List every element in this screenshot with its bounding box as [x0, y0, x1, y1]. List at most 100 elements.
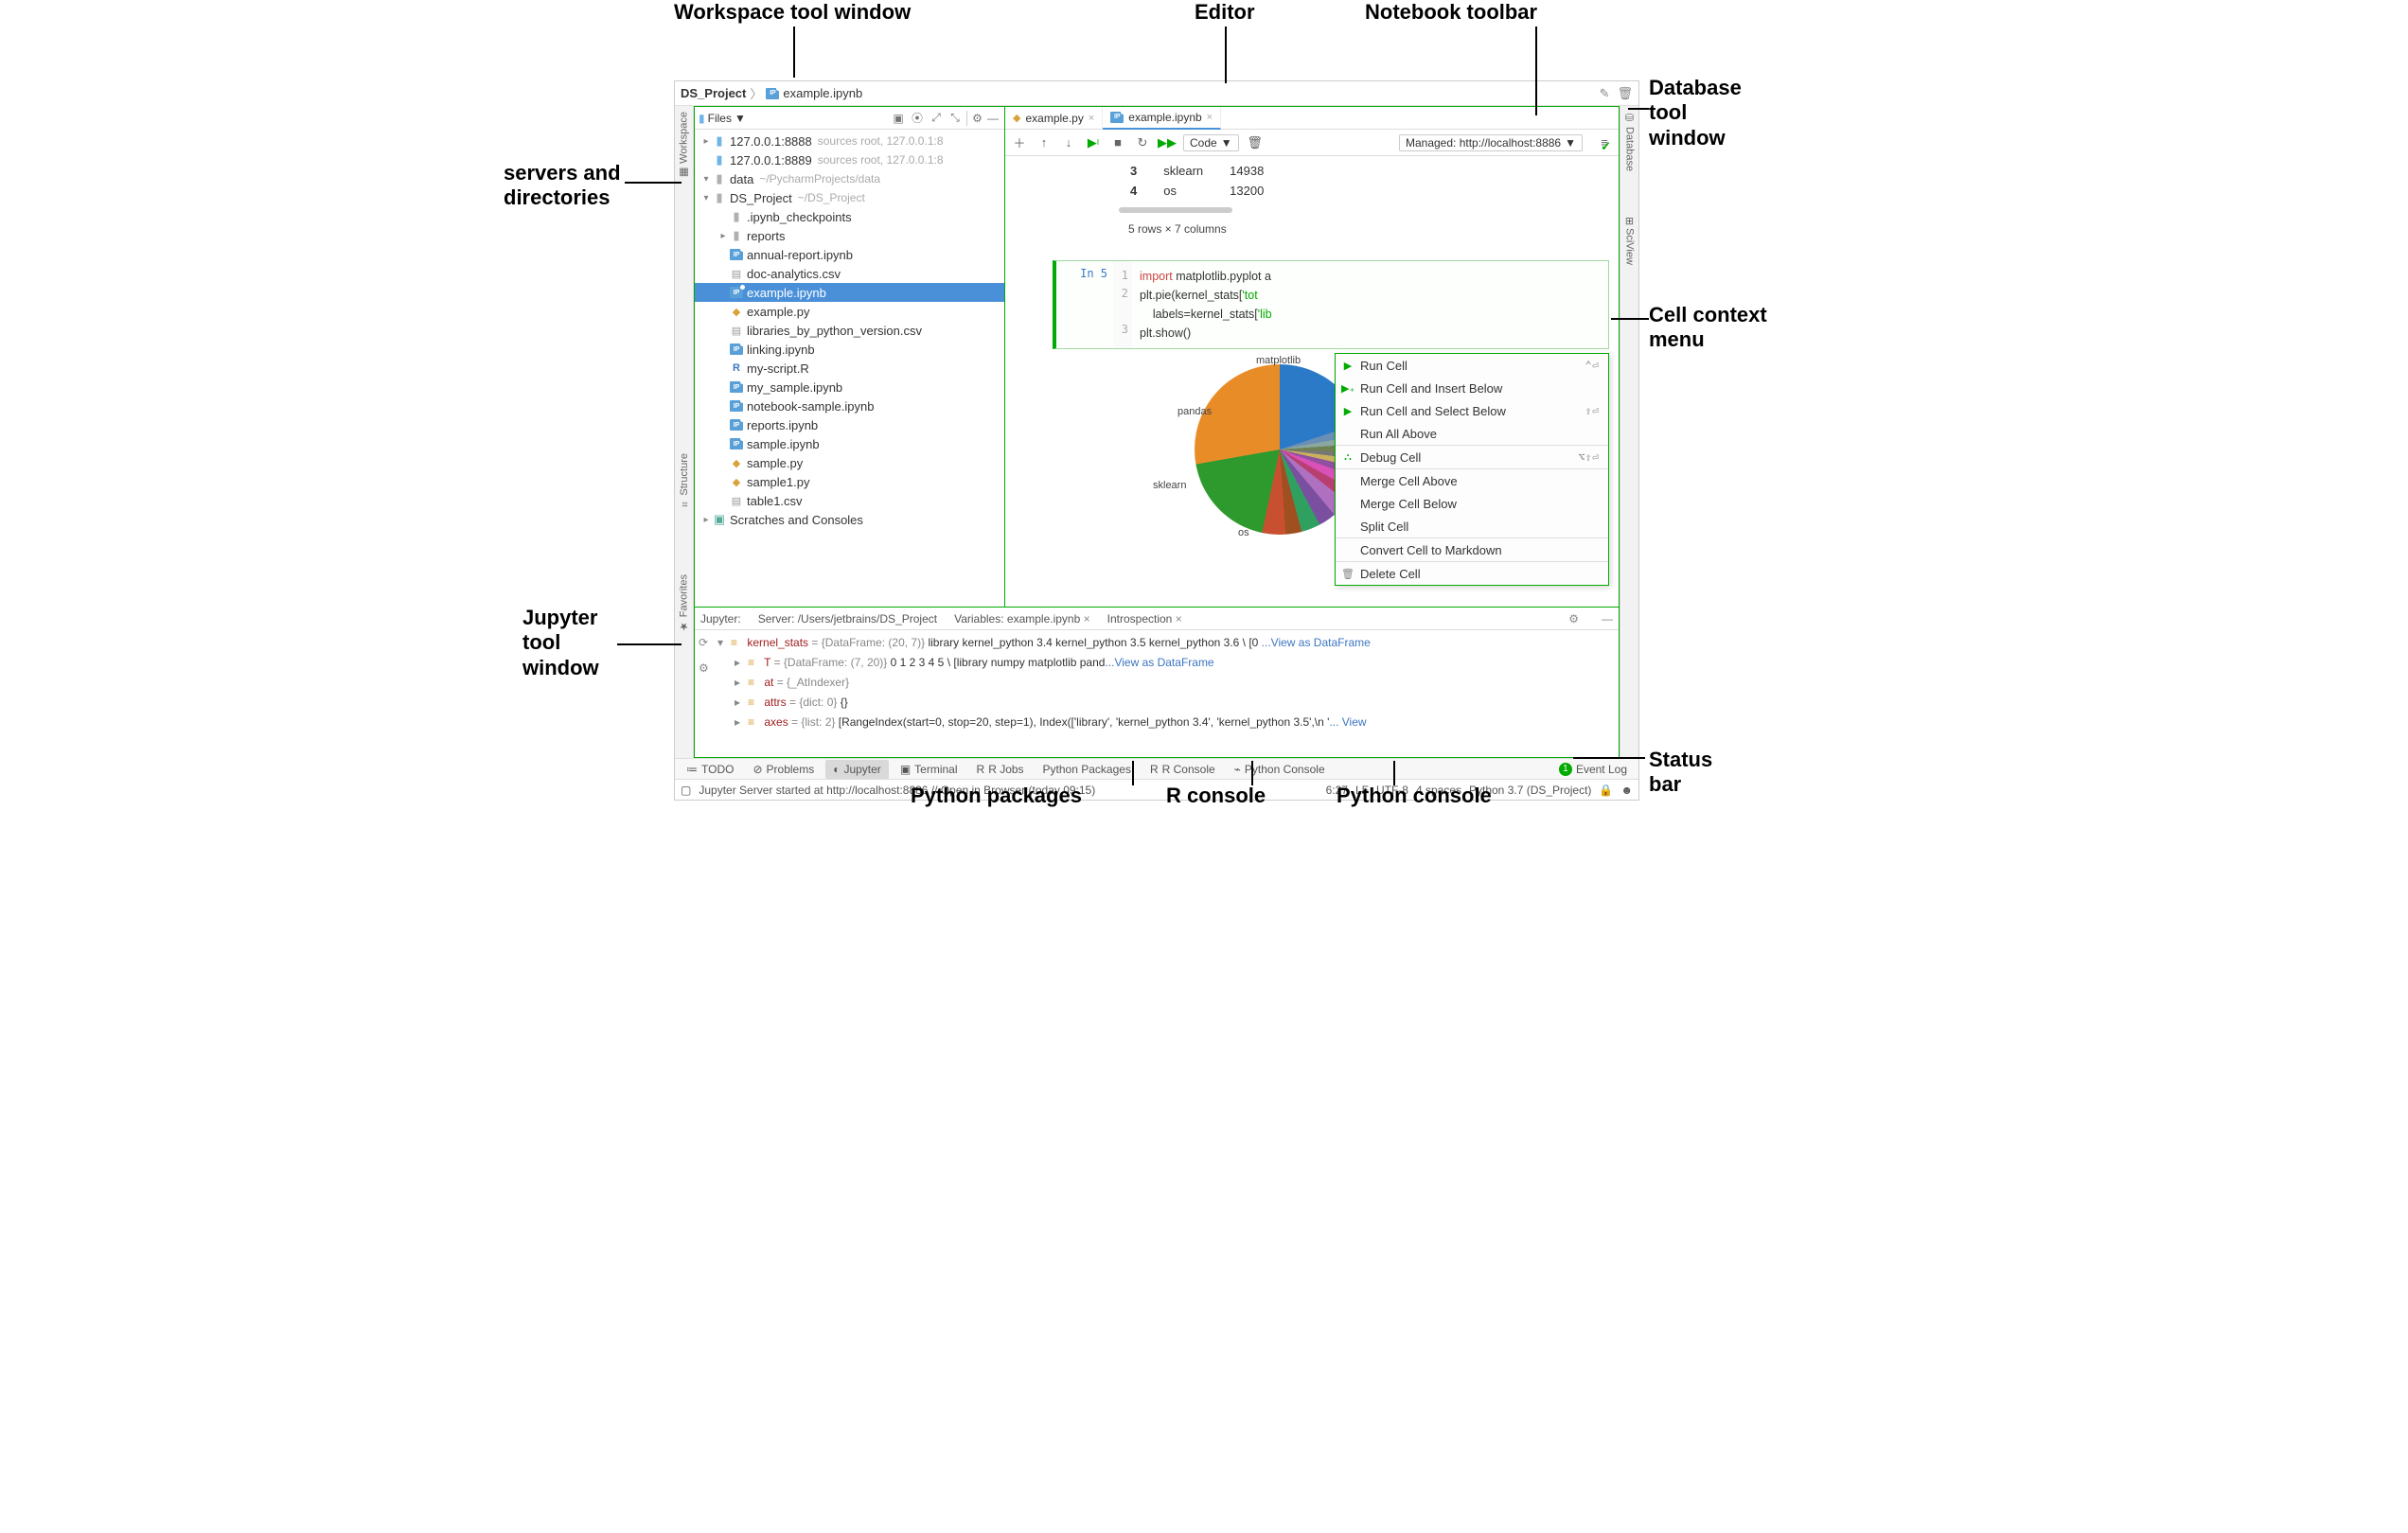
annot-status: Status bar	[1649, 748, 1712, 798]
jtw-hide-icon[interactable]: —	[1602, 612, 1613, 626]
tree-row[interactable]: ▾▮data~/PycharmProjects/data	[695, 169, 1004, 188]
tab-database[interactable]: ⛁Database	[1623, 112, 1636, 171]
tab-jupyter[interactable]: ◐ Jupyter	[825, 760, 889, 779]
jtw-introspection-tab[interactable]: Introspection ×	[1107, 612, 1182, 626]
tree-row[interactable]: Rmy-script.R	[695, 359, 1004, 378]
tab-workspace[interactable]: ▦Workspace	[678, 112, 690, 179]
tree-row[interactable]: ▮.ipynb_checkpoints	[695, 207, 1004, 226]
run-all-icon[interactable]: ▶▶	[1159, 134, 1176, 151]
editor-tabs: ◆example.py×IPexample.ipynb×	[1005, 107, 1619, 130]
locate-icon[interactable]: ⦿	[910, 111, 925, 126]
tree-row[interactable]: ▤doc-analytics.csv	[695, 264, 1004, 283]
editor-tab[interactable]: ◆example.py×	[1005, 107, 1103, 130]
jtw-server-tab[interactable]: Server: /Users/jetbrains/DS_Project	[758, 612, 937, 626]
ctx-menu-item[interactable]: Merge Cell Above	[1336, 469, 1608, 492]
stop-icon[interactable]: ■	[1109, 134, 1126, 151]
tree-row[interactable]: ▮127.0.0.1:8889sources root, 127.0.0.1:8	[695, 150, 1004, 169]
tab-python-packages[interactable]: Python Packages	[1036, 760, 1139, 779]
ctx-menu-item[interactable]: ▶Run Cell and Select Below⇧⏎	[1336, 399, 1608, 422]
tab-sciview[interactable]: ⊞SciView	[1623, 217, 1636, 265]
trash-icon[interactable]: 🗑	[1617, 86, 1633, 101]
variable-row[interactable]: ▸≡ axes = {list: 2} [RangeIndex(start=0,…	[717, 713, 1615, 732]
cell-type-dropdown[interactable]: Code ▼	[1183, 134, 1239, 151]
tab-rjobs[interactable]: R R Jobs	[969, 760, 1032, 779]
workspace-tree[interactable]: ▸▮127.0.0.1:8888sources root, 127.0.0.1:…	[695, 130, 1004, 607]
variable-row[interactable]: ▸≡ at = {_AtIndexer}	[717, 673, 1615, 693]
hide-icon[interactable]: —	[985, 111, 1000, 126]
move-up-icon[interactable]: ↑	[1036, 134, 1053, 151]
tree-row[interactable]: IPsample.ipynb	[695, 434, 1004, 453]
move-down-icon[interactable]: ↓	[1060, 134, 1077, 151]
add-cell-icon[interactable]: ＋	[1011, 134, 1028, 151]
refresh-icon[interactable]: ⟳	[699, 633, 709, 653]
cell-source[interactable]: import matplotlib.pyplot a plt.pie(kerne…	[1132, 261, 1280, 348]
tree-row[interactable]: ▤table1.csv	[695, 491, 1004, 510]
h-scrollbar[interactable]	[1119, 207, 1232, 213]
add-root-icon[interactable]: ▣	[891, 111, 906, 126]
tree-row[interactable]: ▸▮reports	[695, 226, 1004, 245]
breadcrumb-project[interactable]: DS_Project	[681, 86, 746, 100]
annot-pyconsole: Python console	[1337, 784, 1492, 808]
editor-tab[interactable]: IPexample.ipynb×	[1103, 107, 1221, 130]
tree-row[interactable]: IPlinking.ipynb	[695, 340, 1004, 359]
status-avatar-icon[interactable]: ☻	[1620, 784, 1633, 797]
variable-row[interactable]: ▸≡ T = {DataFrame: (7, 20)} 0 1 2 3 4 5 …	[717, 653, 1615, 673]
tree-row[interactable]: IPexample.ipynb	[695, 283, 1004, 302]
status-lock-icon[interactable]: 🔒	[1599, 784, 1613, 797]
server-dropdown[interactable]: Managed: http://localhost:8886 ▼	[1399, 134, 1583, 151]
status-window-icon[interactable]: ▢	[681, 784, 691, 797]
ctx-menu-item[interactable]: ▶Run Cell⌃⏎	[1336, 354, 1608, 377]
right-toolwindow-stripe: ⛁Database ⊞SciView	[1620, 106, 1638, 608]
ctx-menu-item[interactable]: ▶₊Run Cell and Insert Below	[1336, 377, 1608, 399]
jtw-variables-tab[interactable]: Variables: example.ipynb ×	[954, 612, 1090, 626]
editor-area: ◆example.py×IPexample.ipynb× ＋ ↑ ↓ ▶I ■ …	[1004, 106, 1620, 608]
expand-icon[interactable]: ⤢	[929, 111, 944, 126]
ctx-menu-item[interactable]: Run All Above	[1336, 422, 1608, 445]
variable-row[interactable]: ▸≡ attrs = {dict: 0} {}	[717, 693, 1615, 713]
tree-row[interactable]: IPnotebook-sample.ipynb	[695, 396, 1004, 415]
cell-context-menu: ▶Run Cell⌃⏎▶₊Run Cell and Insert Below▶R…	[1335, 353, 1609, 586]
files-dropdown[interactable]: ▮Files ▼	[699, 112, 746, 125]
edit-config-icon[interactable]: ✎	[1600, 86, 1610, 101]
annot-jtw: Jupyter tool window	[522, 606, 599, 680]
collapse-icon[interactable]: ⤡	[947, 111, 963, 126]
variables-panel[interactable]: ⟳ ⚙ ▾≡ kernel_stats = {DataFrame: (20, 7…	[695, 630, 1619, 757]
variable-row[interactable]: ▾≡ kernel_stats = {DataFrame: (20, 7)} l…	[717, 633, 1615, 653]
output-table: 3sklearn14938 4os13200	[1128, 160, 1290, 202]
annot-ctx: Cell context menu	[1649, 303, 1767, 353]
annot-db-tool: Database tool window	[1649, 76, 1742, 150]
tab-favorites[interactable]: ★Favorites	[678, 574, 690, 632]
output-summary: 5 rows × 7 columns	[1128, 222, 1609, 236]
tab-event-log[interactable]: 1 Event Log	[1551, 760, 1635, 779]
tree-row[interactable]: ▾▮DS_Project~/DS_Project	[695, 188, 1004, 207]
tree-row[interactable]: ◆sample1.py	[695, 472, 1004, 491]
tree-row[interactable]: ▸▮127.0.0.1:8888sources root, 127.0.0.1:…	[695, 132, 1004, 150]
delete-cell-icon[interactable]: 🗑	[1247, 134, 1264, 151]
tree-row[interactable]: ▤libraries_by_python_version.csv	[695, 321, 1004, 340]
tree-row[interactable]: IPreports.ipynb	[695, 415, 1004, 434]
tree-row[interactable]: ▸▣Scratches and Consoles	[695, 510, 1004, 529]
ctx-menu-item[interactable]: Merge Cell Below	[1336, 492, 1608, 515]
jtw-gear-icon[interactable]: ⚙	[1568, 612, 1579, 626]
tree-row[interactable]: ◆example.py	[695, 302, 1004, 321]
settings-icon[interactable]: ⚙	[699, 659, 709, 678]
code-cell[interactable]: In 5 123 import matplotlib.pyplot a plt.…	[1053, 260, 1609, 349]
tab-todo[interactable]: ≔ TODO	[679, 760, 741, 779]
tab-problems[interactable]: ⊘ Problems	[745, 760, 822, 779]
gear-icon[interactable]: ⚙	[966, 111, 982, 126]
restart-icon[interactable]: ↻	[1134, 134, 1151, 151]
ctx-menu-item[interactable]: 🗑Delete Cell	[1336, 562, 1608, 585]
ctx-menu-item[interactable]: Convert Cell to Markdown	[1336, 538, 1608, 561]
run-cell-icon[interactable]: ▶I	[1085, 134, 1102, 151]
ctx-menu-item[interactable]: ⛬Debug Cell⌥⇧⏎	[1336, 446, 1608, 468]
tab-terminal[interactable]: ▣ Terminal	[893, 760, 965, 779]
tree-row[interactable]: IPmy_sample.ipynb	[695, 378, 1004, 396]
tree-row[interactable]: IPannual-report.ipynb	[695, 245, 1004, 264]
bottom-toolwindow-bar: ≔ TODO ⊘ Problems ◐ Jupyter ▣ Terminal R…	[675, 758, 1638, 779]
tab-python-console[interactable]: ⌁ Python Console	[1227, 760, 1333, 779]
tab-r-console[interactable]: R R Console	[1142, 760, 1223, 779]
tree-row[interactable]: ◆sample.py	[695, 453, 1004, 472]
breadcrumb-file[interactable]: IPexample.ipynb	[766, 86, 862, 100]
ctx-menu-item[interactable]: Split Cell	[1336, 515, 1608, 537]
tab-structure[interactable]: ⌗Structure	[679, 453, 690, 509]
